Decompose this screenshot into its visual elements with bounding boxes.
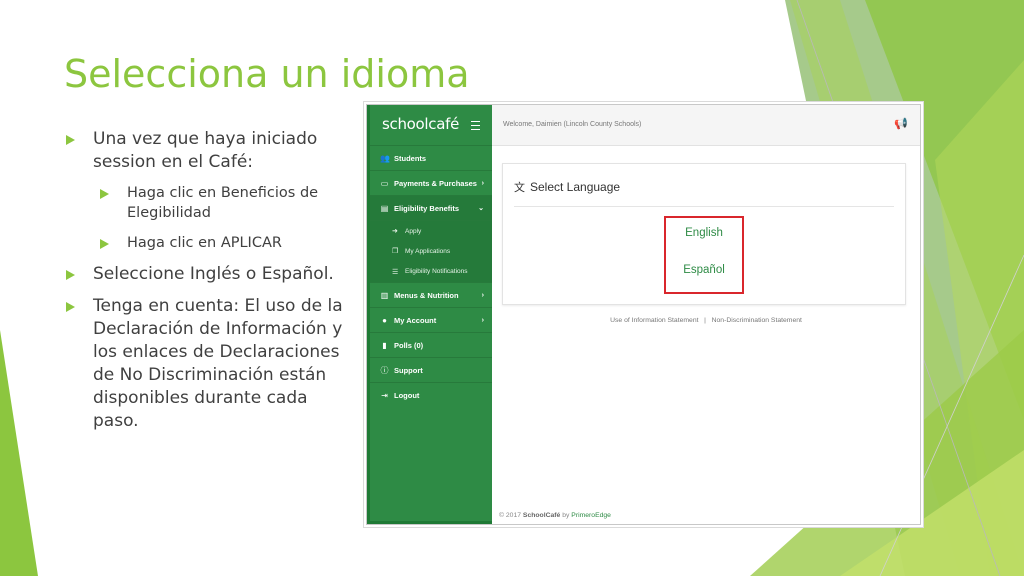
user-icon: ● xyxy=(382,315,387,325)
bullet-arrow-icon xyxy=(100,189,109,199)
bullet-list: Una vez que haya iniciado session en el … xyxy=(64,128,344,442)
bullet-login: Una vez que haya iniciado session en el … xyxy=(64,128,344,174)
card-title: Select Language xyxy=(530,180,621,194)
sidebar-item-label: Logout xyxy=(394,390,420,400)
book-icon: ▥ xyxy=(380,290,389,300)
sidebar-item-payments[interactable]: ▭ Payments & Purchases › xyxy=(370,171,492,196)
sidebar-subitem-my-applications[interactable]: ❐ My Applications xyxy=(370,241,492,261)
hamburger-menu-icon[interactable] xyxy=(471,121,480,130)
info-icon: ⓘ xyxy=(380,365,389,375)
use-of-information-link[interactable]: Use of Information Statement xyxy=(610,317,698,324)
sidebar-item-logout[interactable]: ⇥ Logout xyxy=(370,383,492,407)
bullet-arrow-icon xyxy=(66,135,75,145)
bullet-arrow-icon xyxy=(100,239,109,249)
bullet-text: Una vez que haya iniciado session en el … xyxy=(93,129,318,172)
list-icon: ☰ xyxy=(392,268,399,276)
sidebar-item-support[interactable]: ⓘ Support xyxy=(370,358,492,383)
sidebar-item-polls[interactable]: ▮ Polls (0) xyxy=(370,333,492,358)
sidebar-item-eligibility-benefits[interactable]: ▤ Eligibility Benefits ⌄ xyxy=(370,196,492,221)
language-option-espanol[interactable]: Español xyxy=(666,264,742,276)
sidebar-item-label: Menus & Nutrition xyxy=(394,290,459,300)
copyright-company: PrimeroEdge xyxy=(571,512,611,519)
copyright-brand: SchoolCafé xyxy=(522,512,561,519)
bullet-text: Tenga en cuenta: El uso de la Declaració… xyxy=(93,296,343,431)
language-option-english[interactable]: English xyxy=(666,227,742,239)
welcome-text: Welcome, Daimien (Lincoln County Schools… xyxy=(503,121,642,128)
document-icon: ▤ xyxy=(380,203,389,213)
language-options-highlight: English Español xyxy=(664,216,744,294)
slide-title: Selecciona un idioma xyxy=(64,52,470,96)
schoolcafe-screenshot: schoolcafé 👥 Students ▭ Payments & Purchas… xyxy=(366,104,921,525)
bullet-arrow-icon xyxy=(66,302,75,312)
sub-bullet-apply: Haga clic en APLICAR xyxy=(98,233,344,253)
link-separator: | xyxy=(704,317,706,324)
select-language-heading: 文 Select Language xyxy=(514,179,620,195)
bullet-text: Haga clic en APLICAR xyxy=(127,235,282,251)
top-bar: Welcome, Daimien (Lincoln County Schools… xyxy=(492,105,920,146)
sub-bullet-eligibility: Haga clic en Beneficios de Elegibilidad xyxy=(98,183,344,223)
logout-icon: ⇥ xyxy=(381,390,388,400)
statement-links: Use of Information Statement | Non-Discr… xyxy=(492,317,920,324)
sidebar-item-label: Students xyxy=(394,153,427,163)
sidebar-item-label: Payments & Purchases xyxy=(394,178,477,188)
copyright: © 2017 SchoolCafé by PrimeroEdge xyxy=(499,512,611,519)
chevron-right-icon: › xyxy=(481,316,484,324)
copy-icon: ❐ xyxy=(392,248,399,255)
language-icon: 文 xyxy=(514,182,525,194)
chevron-right-icon: › xyxy=(481,291,484,299)
sidebar-item-label: My Account xyxy=(394,315,437,325)
copyright-year: © 2017 xyxy=(499,512,522,519)
sidebar-item-students[interactable]: 👥 Students xyxy=(370,146,492,171)
sidebar-item-my-account[interactable]: ● My Account › xyxy=(370,308,492,333)
notification-megaphone-icon[interactable]: 📢 xyxy=(894,117,908,130)
schoolcafe-logo: schoolcafé xyxy=(382,115,460,133)
sidebar: schoolcafé 👥 Students ▭ Payments & Purchas… xyxy=(367,105,492,524)
bullet-note: Tenga en cuenta: El uso de la Declaració… xyxy=(64,295,344,433)
sidebar-item-label: Polls (0) xyxy=(394,340,424,350)
arrow-circle-icon: ➜ xyxy=(392,228,398,235)
sidebar-subitem-eligibility-notifications[interactable]: ☰ Eligibility Notifications xyxy=(370,261,492,283)
chevron-right-icon: › xyxy=(481,179,484,187)
sidebar-subitem-apply[interactable]: ➜ Apply xyxy=(370,221,492,241)
bullet-text: Haga clic en Beneficios de Elegibilidad xyxy=(127,185,319,221)
divider xyxy=(514,206,894,207)
chevron-down-icon: ⌄ xyxy=(478,205,484,212)
bullet-text: Seleccione Inglés o Español. xyxy=(93,264,334,284)
bar-chart-icon: ▮ xyxy=(382,340,387,350)
bullet-select-language: Seleccione Inglés o Español. xyxy=(64,263,344,286)
money-icon: ▭ xyxy=(380,178,389,188)
sidebar-item-label: Eligibility Benefits xyxy=(394,203,460,213)
sidebar-header: schoolcafé xyxy=(370,105,492,146)
main-content: 文 Select Language English Español Use of … xyxy=(492,146,920,524)
sidebar-subitem-label: My Applications xyxy=(405,247,451,255)
select-language-card: 文 Select Language English Español xyxy=(502,163,906,305)
sidebar-subitem-label: Eligibility Notifications xyxy=(405,268,468,275)
sidebar-subitem-label: Apply xyxy=(405,227,422,235)
sidebar-item-label: Support xyxy=(394,365,423,375)
copyright-by: by xyxy=(562,512,570,519)
sidebar-item-menus-nutrition[interactable]: ▥ Menus & Nutrition › xyxy=(370,283,492,308)
non-discrimination-link[interactable]: Non-Discrimination Statement xyxy=(712,317,802,324)
users-icon: 👥 xyxy=(380,153,390,163)
bullet-arrow-icon xyxy=(66,270,75,280)
